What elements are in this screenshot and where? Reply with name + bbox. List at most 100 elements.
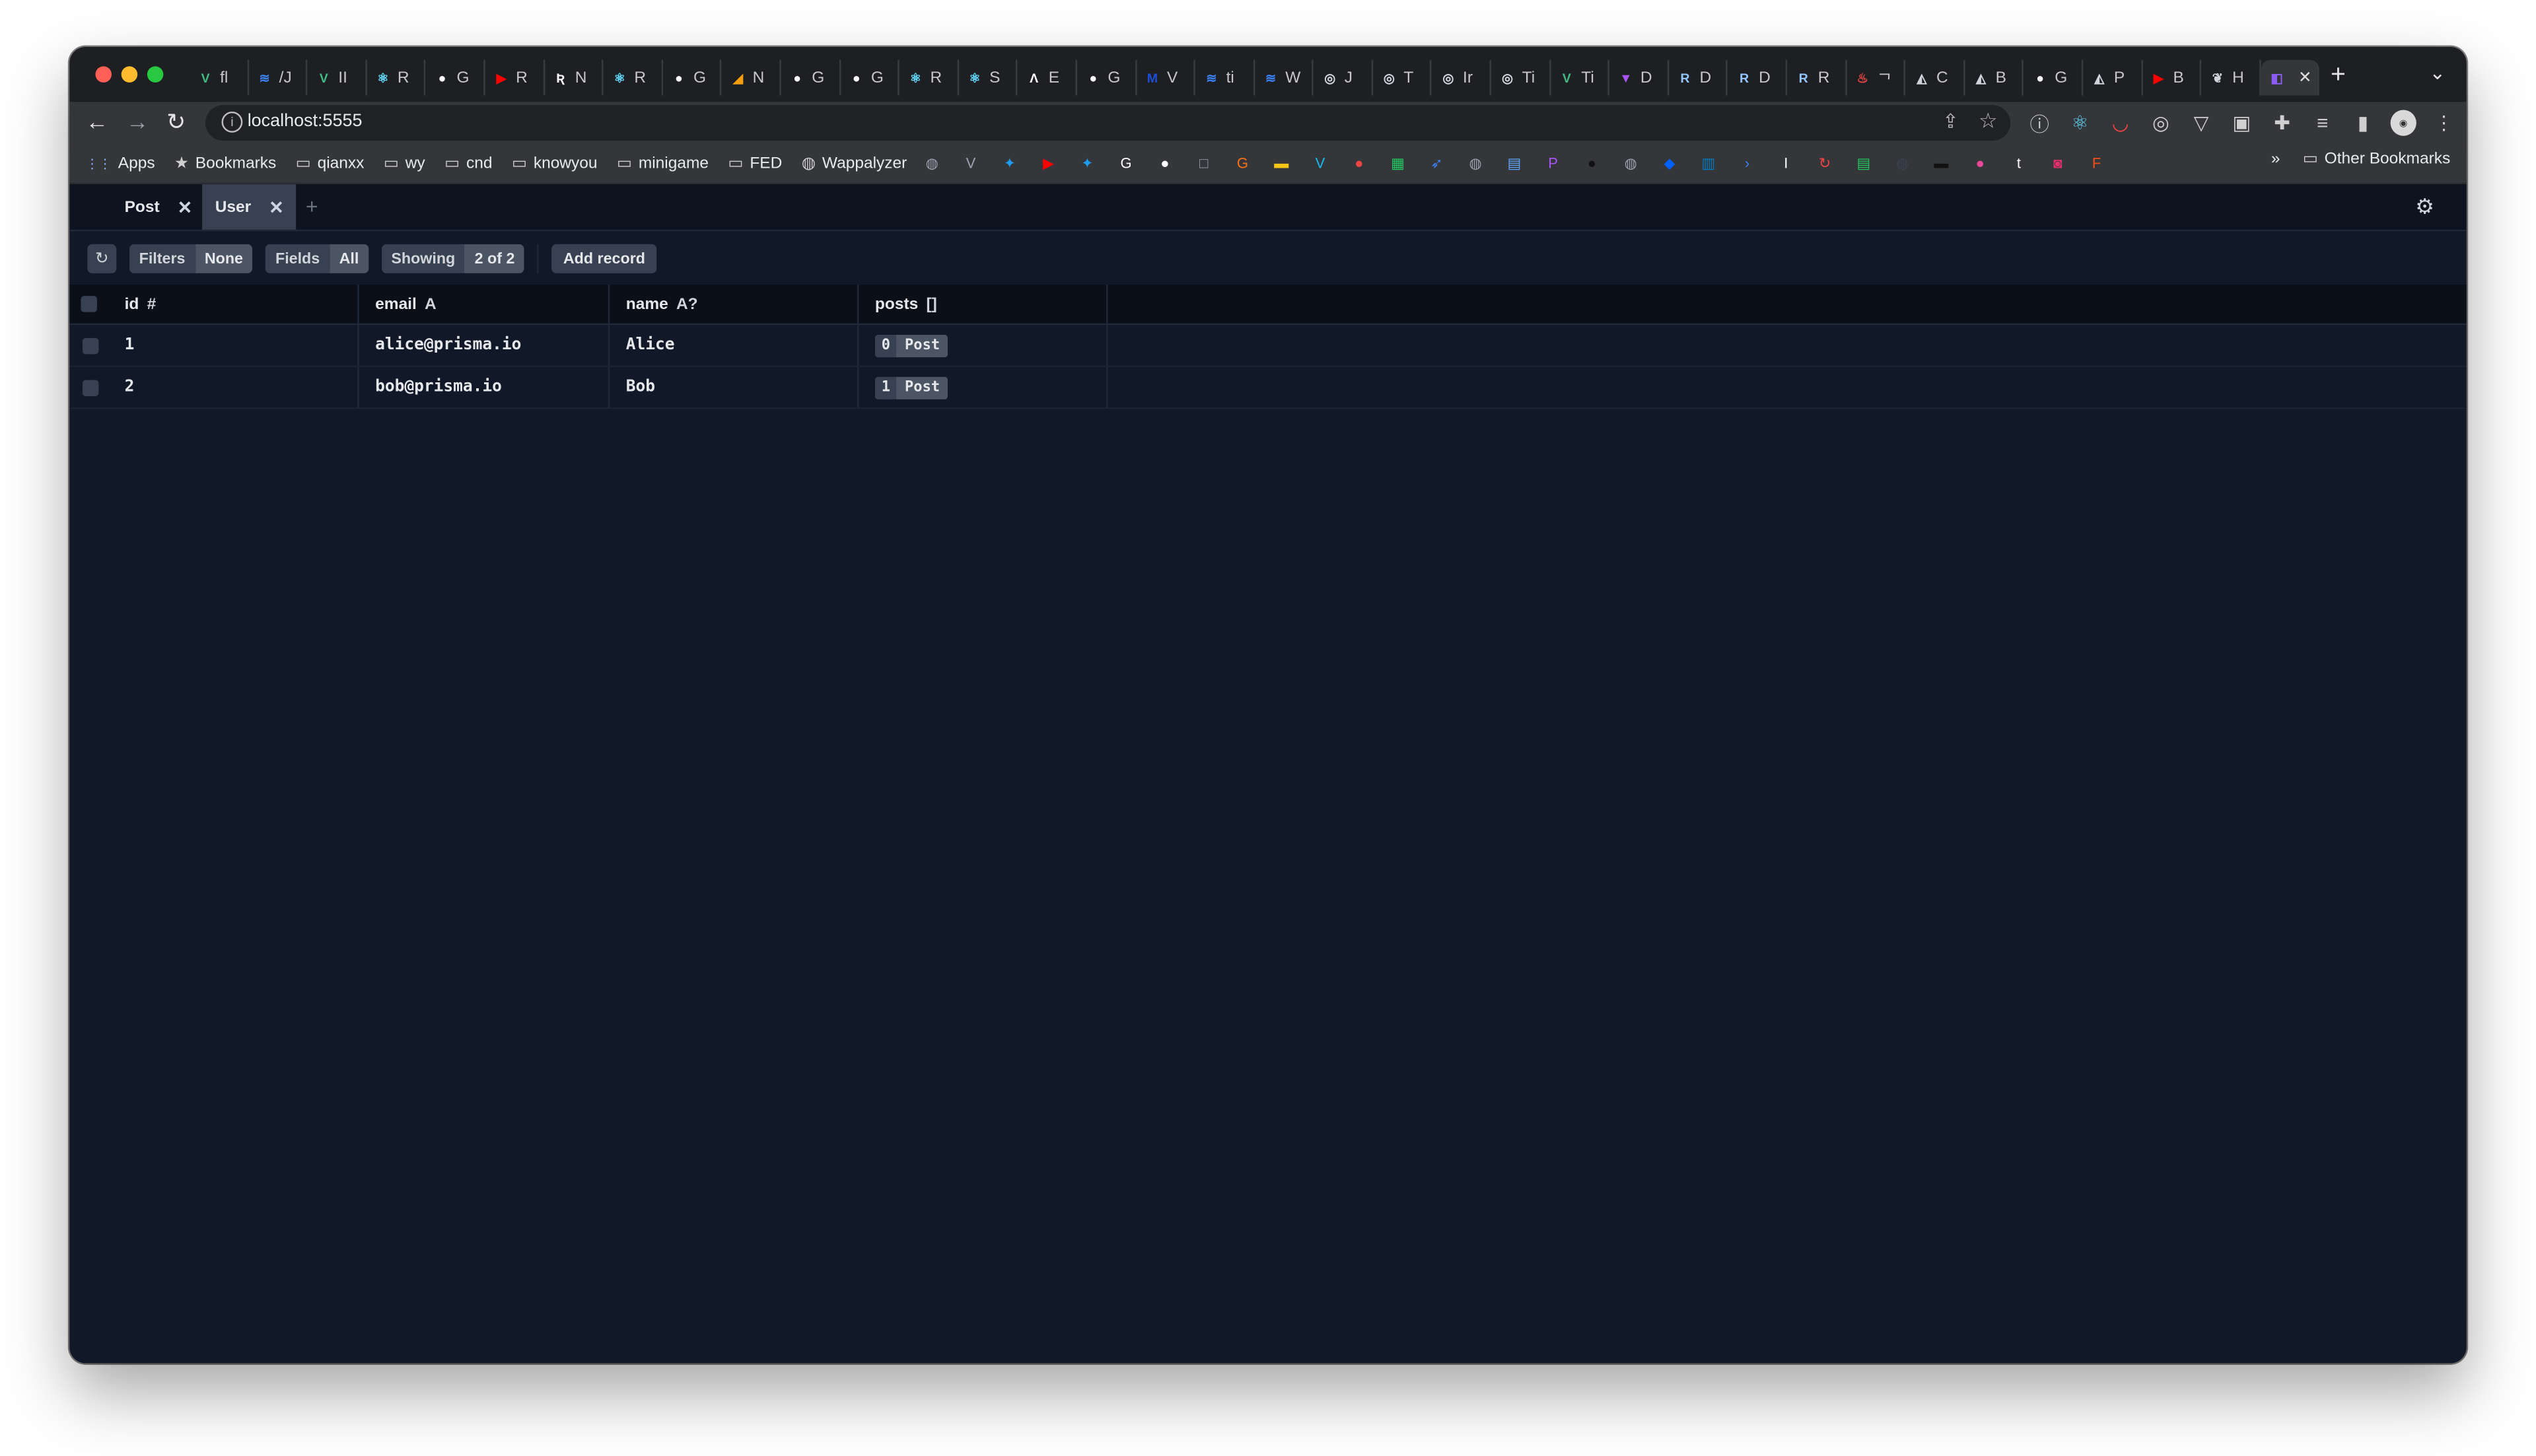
cell-id[interactable]: 2 [108, 366, 359, 408]
fields-button[interactable]: Fields All [265, 244, 369, 273]
extension-info-icon[interactable]: ⓘ [2027, 110, 2053, 136]
browser-tab[interactable]: ◢ N [722, 59, 781, 96]
refresh-icon[interactable]: ↻ [1813, 151, 1837, 176]
browser-tab[interactable]: ❦ H [2202, 59, 2261, 96]
browser-tab[interactable]: ΛE [1018, 59, 1077, 96]
browser-tab[interactable]: ◭ P [2083, 59, 2142, 96]
add-tab-button[interactable]: + [306, 194, 318, 219]
add-record-button[interactable]: Add record [551, 244, 657, 273]
relation-badge[interactable]: 0 Post [874, 333, 948, 357]
showing-button[interactable]: Showing 2 of 2 [381, 244, 525, 273]
table-row[interactable]: 1 alice@prisma.io Alice 0 Post [69, 325, 2467, 367]
tab-search-chevron-icon[interactable]: ⌄ [2429, 61, 2446, 84]
github-icon[interactable]: ● [1153, 151, 1178, 176]
column-header-posts[interactable]: posts [] [859, 285, 1108, 324]
reload-icon[interactable]: ↻ [166, 108, 186, 134]
browser-tab[interactable]: ≋ W [1255, 59, 1314, 96]
close-tab-icon[interactable]: ✕ [2298, 69, 2312, 87]
browser-tab[interactable]: ▶ B [2142, 59, 2202, 96]
globe-icon[interactable]: ◍ [1619, 151, 1643, 176]
imdb-icon[interactable]: ▬ [1269, 151, 1294, 176]
back-arrow-icon[interactable]: ← [86, 108, 108, 134]
browser-tab[interactable]: ● G [662, 59, 722, 96]
browser-tab[interactable]: ≋ /J [248, 59, 308, 96]
dropbox-icon[interactable]: ◆ [1658, 151, 1682, 176]
globe-icon[interactable]: ◍ [1463, 151, 1488, 176]
select-all-checkbox[interactable] [81, 296, 97, 312]
calendar-icon[interactable]: ▤ [1502, 151, 1527, 176]
info-icon[interactable]: I [1774, 151, 1798, 176]
bookmark-item[interactable]: ★ Bookmarks [174, 155, 276, 172]
browser-tab[interactable]: ⚛ R [899, 59, 959, 96]
browser-tab[interactable]: ⚛ S [959, 59, 1018, 96]
browser-tab[interactable]: ● G [2024, 59, 2084, 96]
address-bar[interactable]: i localhost:5555 ⇪ ☆ [205, 105, 2011, 141]
chart-icon[interactable]: ▤ [1852, 151, 1876, 176]
menu-kebab-icon[interactable]: ⋮ [2431, 110, 2457, 136]
row-checkbox[interactable] [82, 337, 99, 354]
browser-tab[interactable]: ● G [840, 59, 899, 96]
browser-tab[interactable]: ● G [426, 59, 485, 96]
vue-devtools-icon[interactable]: ▽ [2188, 110, 2214, 136]
browser-tab[interactable]: ◭ C [1905, 59, 1965, 96]
calendar-icon[interactable]: ▦ [1386, 151, 1410, 176]
browser-tab[interactable]: ◭ B [1965, 59, 2024, 96]
gear-icon[interactable]: ⚙ [2415, 194, 2434, 220]
filters-button[interactable]: Filters None [129, 244, 253, 273]
profile-avatar[interactable]: ◉ [2390, 110, 2416, 136]
minimize-window-button[interactable] [121, 66, 138, 83]
studio-tab-user[interactable]: User ✕ [202, 184, 297, 230]
browser-tab[interactable]: ♨ ᄀ [1847, 59, 1906, 96]
maximize-window-button[interactable] [147, 66, 164, 83]
column-header-email[interactable]: email A [359, 285, 610, 324]
target-icon[interactable]: ◎ [2148, 110, 2173, 136]
browser-tab[interactable]: ◎ T [1373, 59, 1432, 96]
more-bookmarks-chevron-icon[interactable]: » [2271, 151, 2280, 168]
browser-tab[interactable]: MV [1136, 59, 1196, 96]
browser-tab[interactable]: ⚛ R [604, 59, 663, 96]
relation-badge[interactable]: 1 Post [874, 376, 948, 399]
share-icon[interactable]: ⇪ [1942, 110, 1959, 133]
browser-tab[interactable]: ⚛ R [367, 59, 427, 96]
other-bookmarks[interactable]: ▭ Other Bookmarks [2303, 151, 2451, 168]
bookmark-item[interactable]: ▭ FED [728, 155, 782, 172]
browser-tab[interactable]: ● G [781, 59, 841, 96]
instagram-icon[interactable]: ◙ [2045, 151, 2070, 176]
cell-email[interactable]: bob@prisma.io [359, 366, 610, 408]
browser-tab[interactable]: ◧ ✕ [2261, 59, 2320, 96]
reading-list-icon[interactable]: ≡ [2309, 110, 2335, 136]
trello-icon[interactable]: ▥ [1696, 151, 1720, 176]
browser-tab[interactable]: V II [308, 59, 367, 96]
close-window-button[interactable] [95, 66, 112, 83]
bookmark-star-icon[interactable]: ☆ [1979, 108, 1998, 134]
dark-globe-icon[interactable]: ◍ [1890, 151, 1915, 176]
google-icon[interactable]: G [1114, 151, 1139, 176]
browser-tab[interactable]: RD [1728, 59, 1788, 96]
browser-tab[interactable]: Vfl [190, 59, 249, 96]
bookmark-item[interactable]: ◍ Wappalyzer [802, 155, 907, 172]
vimeo-icon[interactable]: V [1308, 151, 1333, 176]
browser-tab[interactable]: RD [1669, 59, 1728, 96]
tomato-icon[interactable]: ● [1347, 151, 1371, 176]
tumblr-icon[interactable]: t [2007, 151, 2031, 176]
close-icon[interactable]: ✕ [269, 197, 284, 217]
pin-icon[interactable]: P [1541, 151, 1565, 176]
close-icon[interactable]: ✕ [178, 197, 193, 217]
studio-tab-post[interactable]: Post ✕ [112, 184, 205, 230]
g-icon[interactable]: G [1230, 151, 1255, 176]
browser-tab[interactable]: RR [1787, 59, 1847, 96]
v-icon[interactable]: V [959, 151, 983, 176]
dark-circle-icon[interactable]: ● [1580, 151, 1604, 176]
cell-name[interactable]: Alice [610, 325, 859, 366]
browser-tab[interactable]: V Ti [1551, 59, 1610, 96]
bookmark-item[interactable]: ▭ wy [384, 155, 425, 172]
pocket-icon[interactable]: ◡ [2107, 110, 2133, 136]
bookmark-item[interactable]: ▭ cnd [444, 155, 492, 172]
browser-tab[interactable]: ◎ Ir [1432, 59, 1492, 96]
twitter-icon[interactable]: ✦ [1075, 151, 1100, 176]
browser-tab[interactable]: ≋ ti [1195, 59, 1255, 96]
cell-posts[interactable]: 0 Post [859, 325, 1108, 366]
globe-icon[interactable]: ◍ [920, 151, 944, 176]
column-header-id[interactable]: id # [108, 285, 359, 324]
react-devtools-icon[interactable]: ⚛ [2067, 110, 2093, 136]
